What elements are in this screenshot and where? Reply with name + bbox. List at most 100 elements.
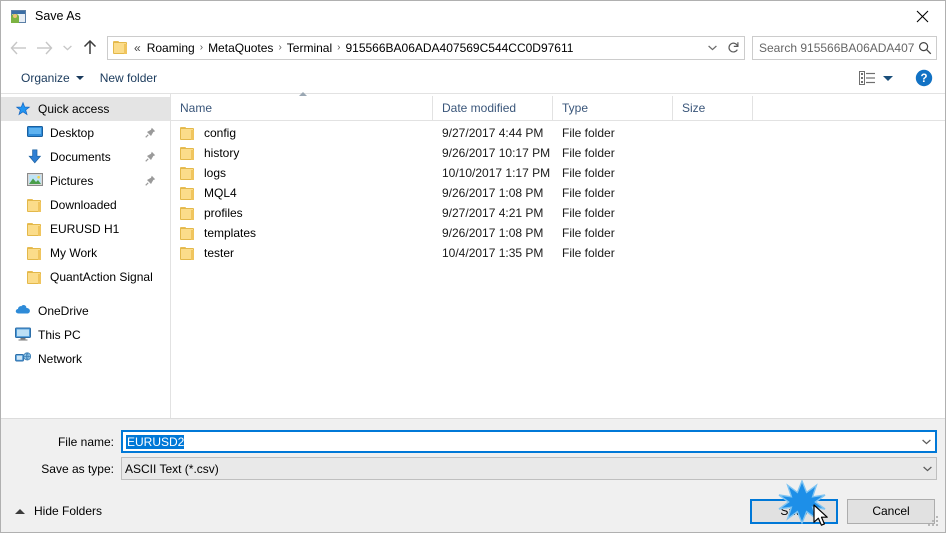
sidebar-item-label: Network bbox=[38, 352, 83, 366]
sidebar-item-label: Pictures bbox=[50, 174, 94, 188]
sidebar-item-downloaded[interactable]: Downloaded bbox=[1, 193, 170, 217]
folder-icon bbox=[180, 206, 196, 220]
save-button-label: Save bbox=[780, 504, 808, 518]
chevron-down-icon bbox=[62, 45, 72, 50]
address-dropdown-button[interactable] bbox=[702, 37, 722, 59]
sidebar-item-label: Quick access bbox=[38, 102, 110, 116]
folder-icon bbox=[180, 126, 196, 140]
sidebar-item-network[interactable]: Network bbox=[1, 347, 170, 371]
hide-folders-label: Hide Folders bbox=[34, 504, 103, 518]
arrow-up-icon bbox=[83, 40, 97, 54]
file-list-pane: Name Date modified Type Size config 9/27… bbox=[171, 92, 945, 418]
dialog-footer: Hide Folders Save Cancel bbox=[1, 490, 945, 532]
save-form: File name: EURUSD2 Save as type: ASCII T… bbox=[1, 418, 945, 490]
sidebar-item-label: EURUSD H1 bbox=[50, 222, 120, 236]
sidebar-item-pictures[interactable]: Pictures bbox=[1, 169, 170, 193]
file-name: profiles bbox=[204, 206, 243, 220]
breadcrumb-item-instance[interactable]: 915566BA06ADA407569C544CC0D97611 bbox=[341, 37, 577, 59]
sidebar-item-desktop[interactable]: Desktop bbox=[1, 121, 170, 145]
folder-icon bbox=[180, 186, 196, 200]
command-bar: Organize New folder ? bbox=[1, 63, 945, 94]
breadcrumb: « Roaming › MetaQuotes › Terminal › 9155… bbox=[131, 37, 702, 59]
table-row[interactable]: templates 9/26/2017 1:08 PM File folder bbox=[171, 223, 945, 243]
breadcrumb-item-roaming[interactable]: Roaming bbox=[143, 37, 199, 59]
file-date: 9/27/2017 4:21 PM bbox=[442, 206, 544, 220]
sidebar-item-my-work[interactable]: My Work bbox=[1, 241, 170, 265]
file-date: 9/27/2017 4:44 PM bbox=[442, 126, 544, 140]
table-row[interactable]: logs 10/10/2017 1:17 PM File folder bbox=[171, 163, 945, 183]
table-row[interactable]: MQL4 9/26/2017 1:08 PM File folder bbox=[171, 183, 945, 203]
pin-icon bbox=[145, 127, 156, 138]
new-folder-button[interactable]: New folder bbox=[94, 66, 163, 90]
chevron-down-icon bbox=[922, 466, 932, 471]
sidebar-item-label: Desktop bbox=[50, 126, 95, 140]
forward-button[interactable] bbox=[31, 35, 57, 61]
save-as-type-dropdown-button[interactable] bbox=[918, 466, 936, 472]
sidebar-item-documents[interactable]: Documents bbox=[1, 145, 170, 169]
onedrive-cloud-icon bbox=[15, 303, 31, 319]
chevron-down-icon bbox=[883, 75, 893, 81]
hide-folders-button[interactable]: Hide Folders bbox=[9, 500, 108, 522]
sidebar-item-quick-access[interactable]: Quick access bbox=[1, 97, 170, 121]
file-date: 9/26/2017 10:17 PM bbox=[442, 146, 551, 160]
save-as-type-select[interactable]: ASCII Text (*.csv) bbox=[121, 457, 937, 480]
pin-icon bbox=[145, 175, 156, 186]
file-name-input[interactable]: EURUSD2 bbox=[121, 430, 937, 453]
sidebar-item-onedrive[interactable]: OneDrive bbox=[1, 299, 170, 323]
organize-button[interactable]: Organize bbox=[15, 66, 90, 90]
close-icon[interactable] bbox=[899, 1, 945, 32]
file-name-row: File name: EURUSD2 bbox=[1, 430, 937, 453]
file-type: File folder bbox=[562, 146, 615, 160]
column-header-name[interactable]: Name bbox=[171, 92, 433, 120]
breadcrumb-overflow[interactable]: « bbox=[131, 37, 143, 59]
sidebar-item-quantaction-signal[interactable]: QuantAction Signal bbox=[1, 265, 170, 289]
sidebar-item-label: OneDrive bbox=[38, 304, 89, 318]
help-icon: ? bbox=[915, 69, 933, 87]
folder-icon bbox=[27, 222, 43, 236]
sidebar-item-this-pc[interactable]: This PC bbox=[1, 323, 170, 347]
view-options-icon bbox=[859, 71, 875, 85]
column-header-size[interactable]: Size bbox=[673, 96, 753, 120]
chevron-down-icon bbox=[75, 76, 84, 80]
sidebar-item-eurusd-h1[interactable]: EURUSD H1 bbox=[1, 217, 170, 241]
table-row[interactable]: profiles 9/27/2017 4:21 PM File folder bbox=[171, 203, 945, 223]
folder-icon bbox=[180, 146, 196, 160]
table-row[interactable]: history 9/26/2017 10:17 PM File folder bbox=[171, 143, 945, 163]
search-input[interactable] bbox=[753, 37, 914, 58]
file-date: 10/4/2017 1:35 PM bbox=[442, 246, 544, 260]
column-header-type[interactable]: Type bbox=[553, 96, 673, 120]
file-name-dropdown-button[interactable] bbox=[917, 439, 935, 445]
column-header-date-modified[interactable]: Date modified bbox=[433, 96, 553, 120]
save-as-type-value: ASCII Text (*.csv) bbox=[125, 461, 219, 476]
organize-label: Organize bbox=[21, 71, 70, 85]
folder-icon bbox=[27, 246, 43, 260]
view-options-button[interactable] bbox=[855, 66, 897, 90]
file-name-cell: history bbox=[171, 146, 433, 160]
help-button[interactable]: ? bbox=[911, 66, 937, 90]
breadcrumb-item-terminal[interactable]: Terminal bbox=[283, 37, 336, 59]
back-button[interactable] bbox=[5, 35, 31, 61]
folder-icon bbox=[113, 41, 129, 54]
table-row[interactable]: config 9/27/2017 4:44 PM File folder bbox=[171, 123, 945, 143]
this-pc-icon bbox=[15, 327, 31, 343]
file-name: MQL4 bbox=[204, 186, 237, 200]
save-button[interactable]: Save bbox=[750, 498, 838, 524]
up-button[interactable] bbox=[77, 35, 103, 61]
search-box[interactable] bbox=[752, 35, 937, 60]
table-row[interactable]: tester 10/4/2017 1:35 PM File folder bbox=[171, 243, 945, 263]
file-type: File folder bbox=[562, 206, 615, 220]
search-icon[interactable] bbox=[914, 37, 936, 59]
file-name-cell: tester bbox=[171, 246, 433, 260]
file-type: File folder bbox=[562, 226, 615, 240]
new-folder-label: New folder bbox=[99, 71, 158, 85]
refresh-button[interactable] bbox=[722, 37, 744, 59]
file-name-cell: MQL4 bbox=[171, 186, 433, 200]
recent-locations-button[interactable] bbox=[57, 35, 77, 61]
save-as-app-icon bbox=[11, 9, 27, 25]
address-bar[interactable]: « Roaming › MetaQuotes › Terminal › 9155… bbox=[107, 35, 745, 60]
file-type: File folder bbox=[562, 186, 615, 200]
resize-grip[interactable] bbox=[928, 516, 941, 529]
breadcrumb-item-metaquotes[interactable]: MetaQuotes bbox=[204, 37, 277, 59]
cancel-button[interactable]: Cancel bbox=[847, 498, 935, 524]
